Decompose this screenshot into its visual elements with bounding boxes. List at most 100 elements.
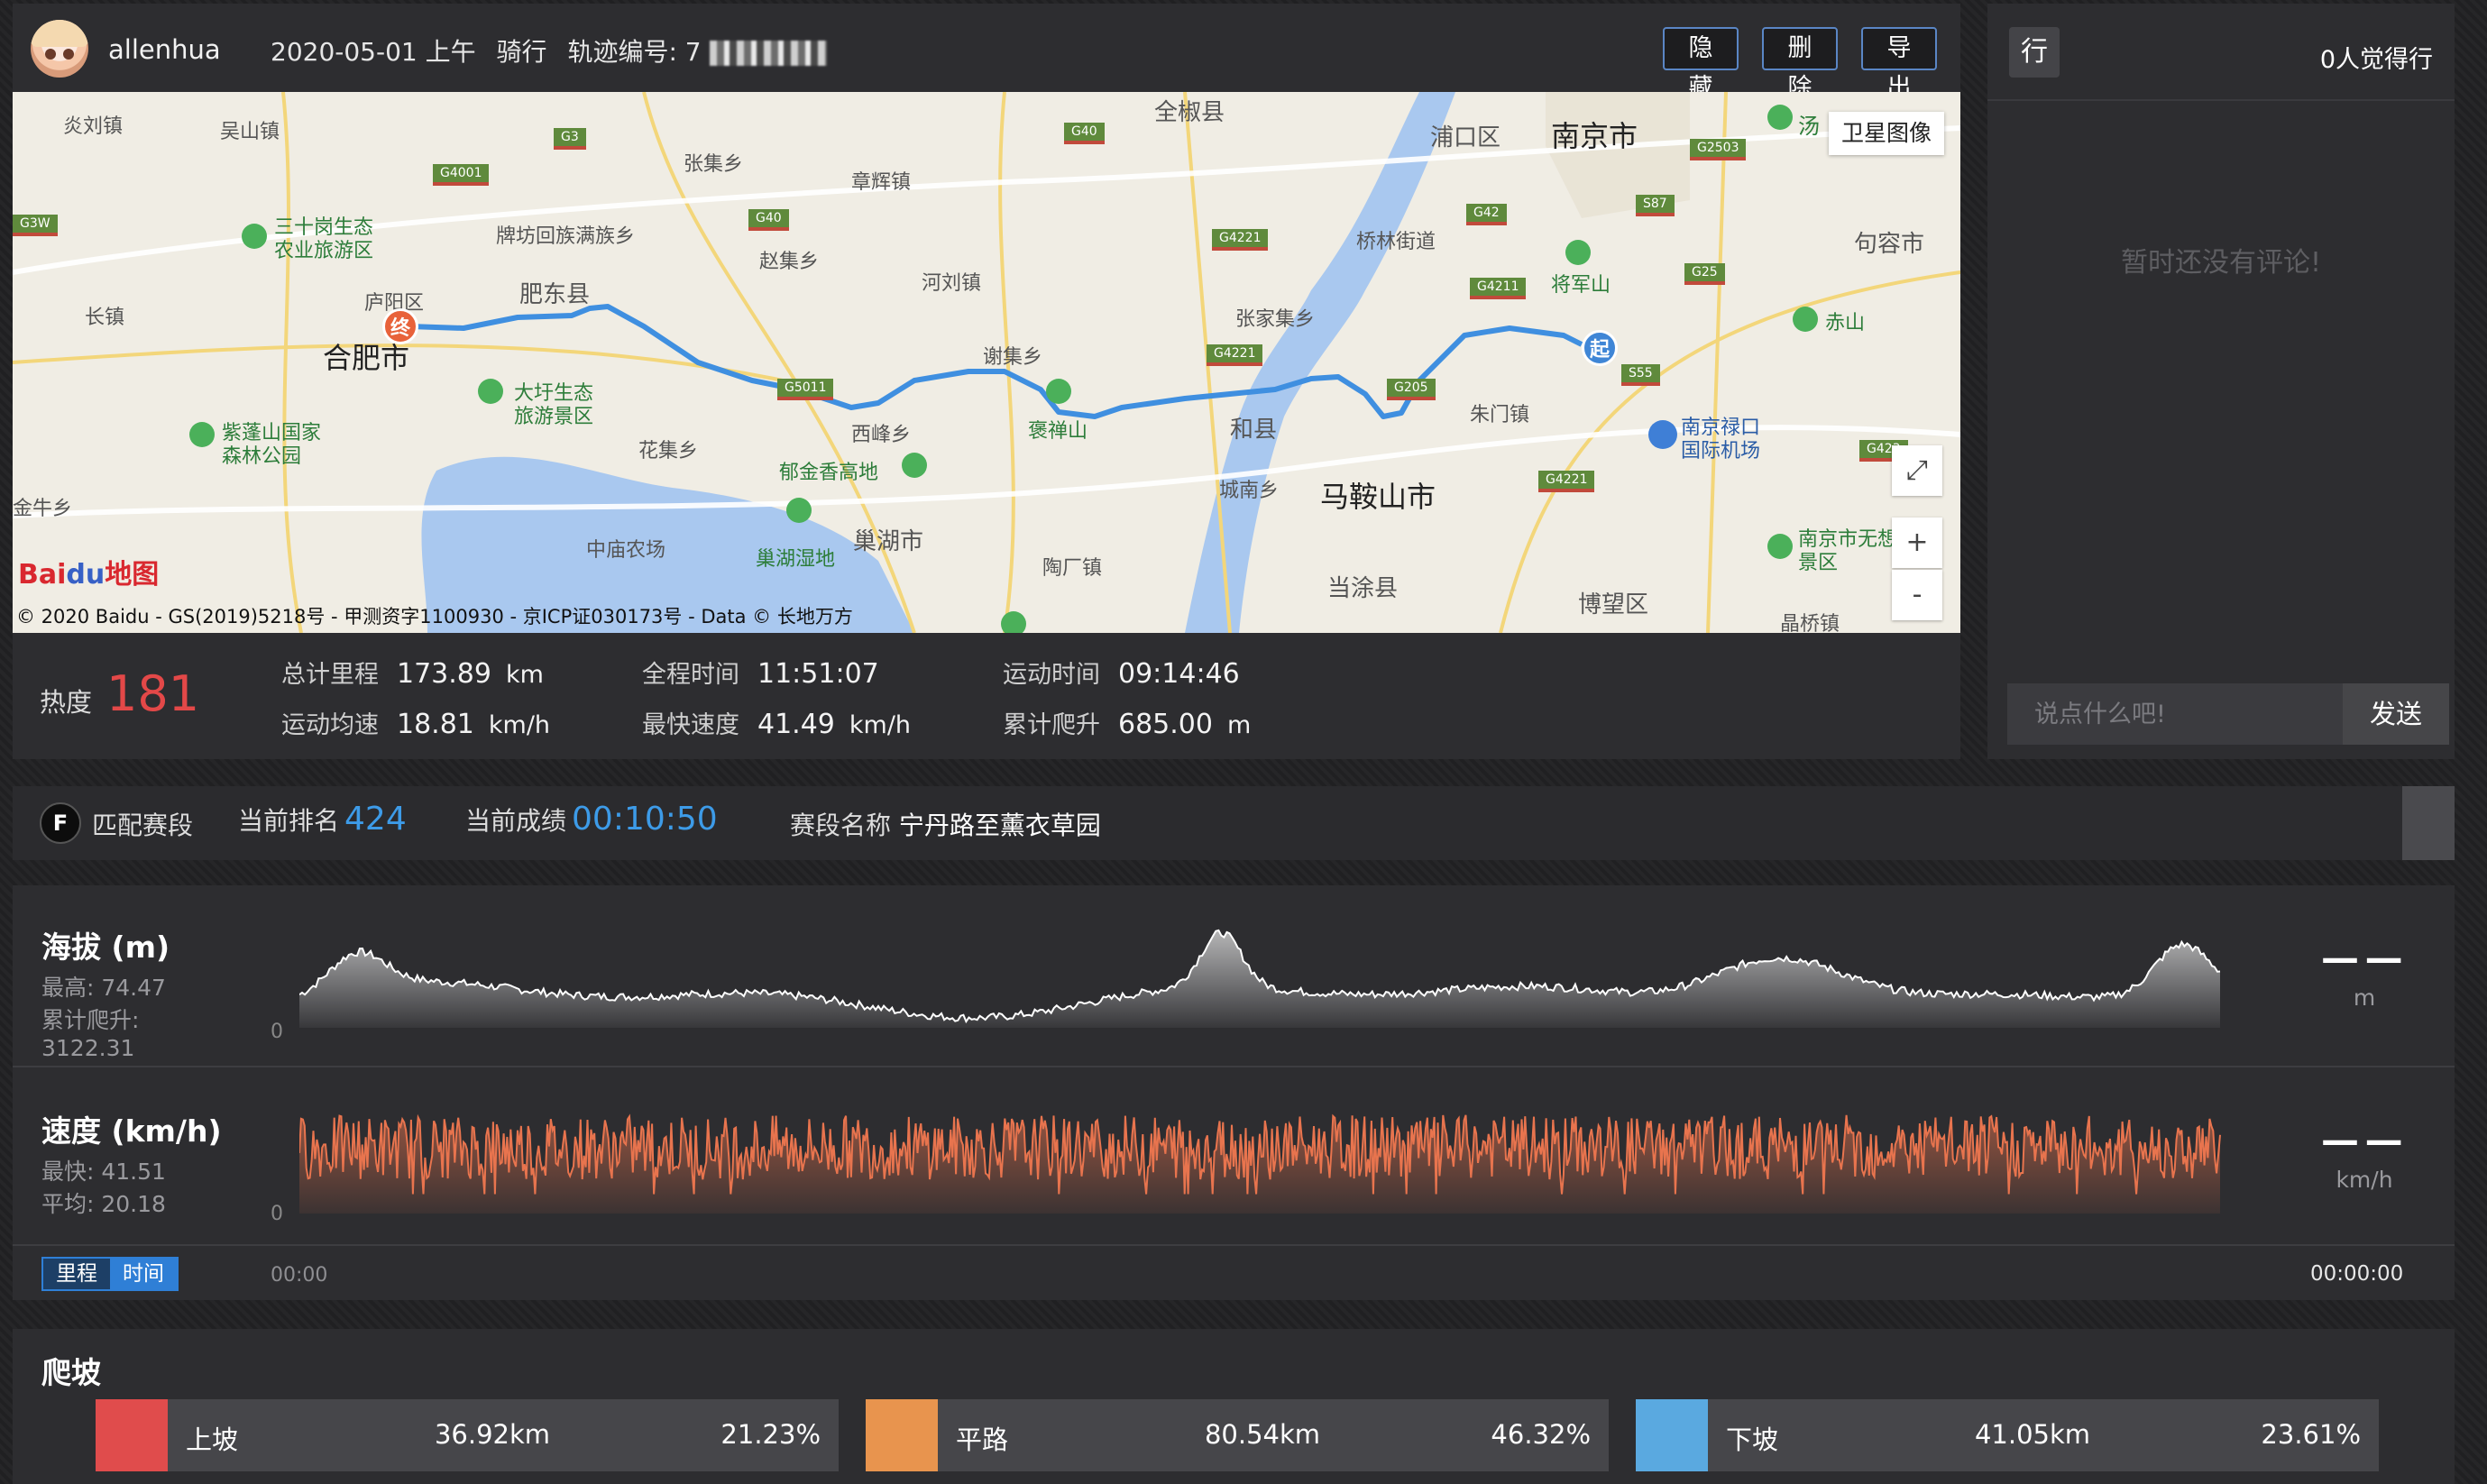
map-label: 森林公园 [222, 445, 302, 468]
speed-avg: 平均: 20.18 [41, 1191, 166, 1217]
heat-label: 热度 [40, 687, 93, 718]
segment-bar: F 匹配赛段 当前排名 424 当前成绩 00:10:50 赛段名称 宁丹路至薰衣草… [13, 786, 2455, 860]
map-label: 景区 [1798, 552, 1839, 574]
axis-toggle: 里程 时间 [41, 1257, 179, 1291]
map-label: 朱门镇 [1470, 404, 1530, 426]
divider [1987, 99, 2455, 101]
chart-panel: 海拔 (m) 最高: 74.47 累计爬升: 3122.31 0 — — m 速… [13, 885, 2455, 1300]
map-label: 炎刘镇 [63, 115, 124, 138]
map-label: 城南乡 [1219, 480, 1280, 502]
likes-count: 0人觉得行 [2319, 46, 2433, 74]
altitude-current: — — [2321, 936, 2403, 980]
avatar[interactable] [31, 20, 88, 78]
map-label: 赵集乡 [759, 251, 820, 273]
xing-button[interactable]: 行 [2009, 27, 2060, 78]
altitude-chart[interactable] [299, 912, 2238, 1039]
track-date: 2020-05-01 上午 [271, 37, 476, 67]
road-tag: G2503 [1690, 139, 1747, 160]
map-label: 长镇 [85, 307, 125, 329]
road-tag: G4221 [1207, 344, 1263, 366]
stat-total-climb: 累计爬升 685.00 m [1003, 709, 1252, 740]
road-tag: G205 [1387, 379, 1436, 400]
stat-total-time: 全程时间 11:51:07 [642, 658, 879, 690]
satellite-button[interactable]: 卫星图像 [1829, 112, 1944, 155]
toggle-distance[interactable]: 里程 [43, 1259, 110, 1289]
map-label: 当涂县 [1327, 575, 1399, 602]
baidu-logo: Baidu地图 [18, 559, 160, 591]
track-meta: 2020-05-01 上午 骑行 轨迹编号: 7 [271, 32, 840, 69]
chart-divider [13, 1244, 2455, 1246]
map-label: 吴山镇 [220, 121, 280, 143]
segment-title: 匹配赛段 [92, 811, 194, 840]
time-end: 00:00:00 [2310, 1262, 2404, 1286]
map-label: 西峰乡 [851, 424, 912, 446]
road-tag: G3W [13, 215, 58, 236]
end-marker[interactable]: 终 [382, 308, 418, 344]
zoom-out-button[interactable]: - [1892, 570, 1942, 620]
route-map[interactable]: 炎刘镇 吴山镇 张集乡 章辉镇 全椒县 浦口区 南京市 三十岗生态 农业旅游区 … [13, 92, 1960, 633]
zoom-in-button[interactable]: + [1892, 518, 1942, 568]
heat-value: 181 [106, 665, 200, 722]
climb-downhill: 下坡 41.05km 23.61% [1636, 1399, 2379, 1471]
export-button[interactable]: 导出 [1861, 27, 1937, 102]
fullscreen-icon[interactable]: ⤢ [1892, 445, 1942, 496]
downhill-percent: 23.61% [2261, 1419, 2361, 1450]
toggle-time[interactable]: 时间 [110, 1259, 177, 1289]
username[interactable]: allenhua [108, 34, 221, 65]
road-tag: G4221 [1212, 229, 1269, 251]
segment-expand-button[interactable] [2402, 786, 2455, 860]
road-tag: G40 [1064, 123, 1105, 144]
track-panel: allenhua 2020-05-01 上午 骑行 轨迹编号: 7 隐藏 删除 … [13, 4, 1960, 759]
speed-current: — — [2321, 1118, 2403, 1162]
comment-input[interactable] [2007, 683, 2343, 745]
altitude-zero: 0 [271, 1021, 283, 1043]
map-label: 谢集乡 [983, 346, 1043, 369]
map-label: 浦口区 [1430, 124, 1501, 151]
speed-chart[interactable] [299, 1086, 2238, 1221]
map-label-nanjing: 南京市 [1551, 119, 1638, 153]
road-tag: G4001 [433, 164, 490, 186]
map-label: 张家集乡 [1235, 308, 1316, 331]
chart-divider [13, 1066, 2455, 1067]
map-label: 赤山 [1825, 312, 1866, 334]
map-label: 花集乡 [638, 440, 699, 463]
comment-panel: 行 0人觉得行 暂时还没有评论! 发送 [1987, 4, 2455, 759]
segment-logo-icon: F [40, 802, 81, 844]
map-label: 晶桥镇 [1780, 613, 1840, 633]
road-tag: G3 [554, 128, 586, 150]
map-label: 肥东县 [519, 281, 591, 308]
road-tag: G42 [1466, 204, 1507, 225]
track-id-label: 轨迹编号: 7 [567, 37, 702, 67]
road-tag: G25 [1684, 263, 1725, 285]
speed-unit: km/h [2336, 1167, 2393, 1193]
stat-max-speed: 最快速度 41.49 km/h [642, 709, 912, 740]
send-button[interactable]: 发送 [2343, 683, 2449, 745]
activity-type: 骑行 [496, 37, 547, 67]
hide-button[interactable]: 隐藏 [1663, 27, 1739, 102]
road-tag: G4221 [1538, 471, 1595, 492]
map-label: 国际机场 [1681, 440, 1761, 463]
altitude-unit: m [2353, 985, 2376, 1011]
stat-total-distance: 总计里程 173.89 km [281, 658, 544, 690]
altitude-title: 海拔 (m) [41, 930, 170, 965]
track-id-redacted [709, 41, 827, 66]
map-label: 桥林街道 [1356, 231, 1436, 253]
map-label: 河刘镇 [922, 272, 982, 295]
map-copyright: © 2020 Baidu - GS(2019)5218号 - 甲测资字11009… [16, 606, 853, 627]
segment-score: 当前成绩 00:10:50 [465, 801, 718, 838]
start-marker[interactable]: 起 [1582, 330, 1618, 366]
stat-moving-time: 运动时间 09:14:46 [1003, 658, 1240, 690]
speed-max: 最快: 41.51 [41, 1159, 166, 1185]
speed-title: 速度 (km/h) [41, 1113, 222, 1149]
map-label: 陶厂镇 [1042, 557, 1103, 580]
delete-button[interactable]: 删除 [1762, 27, 1838, 102]
speed-zero: 0 [271, 1203, 283, 1225]
climb-uphill: 上坡 36.92km 21.23% [96, 1399, 839, 1471]
map-label: 中庙农场 [586, 539, 666, 562]
empty-comments: 暂时还没有评论! [2120, 247, 2322, 279]
downhill-distance: 41.05km [1974, 1419, 2091, 1450]
segment-rank: 当前排名 424 [238, 801, 407, 838]
map-label: 巢湖湿地 [756, 548, 836, 571]
climb-title: 爬坡 [41, 1355, 101, 1390]
road-tag: S55 [1621, 364, 1660, 386]
